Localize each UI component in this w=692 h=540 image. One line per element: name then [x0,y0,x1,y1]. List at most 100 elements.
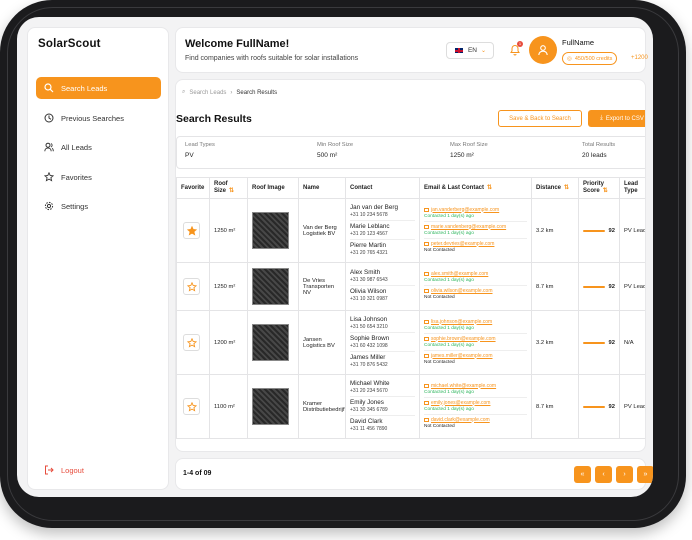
table-header-row: Favorite Roof Size ⇅ Roof Image Name Cont… [176,177,645,199]
favorite-toggle[interactable] [183,222,200,239]
sort-icon: ⇅ [602,188,608,194]
contact-entry: Pierre Martin +31 20 765 4321 [350,242,415,258]
email-link[interactable]: james.miller@example.com [424,353,527,359]
sidebar-item-label: All Leads [61,142,92,152]
favorite-toggle[interactable] [183,278,200,295]
contact-status: Not Contacted [424,359,455,365]
lead-type-cell: PV Lead [619,262,645,311]
sidebar-item-favorites[interactable]: Favorites [36,166,161,188]
contact-cell: Lisa Johnson +31 50 654 3210 Sophie Brown +… [345,310,420,375]
col-distance[interactable]: Distance ⇅ [531,177,579,199]
search-summary: Lead Types PV Min Roof Size 500 m² Max R… [176,136,645,169]
email-entry: emily.jones@example.com Contacted 1 day(s… [424,400,527,415]
email-link[interactable]: lisa.johnson@example.com [424,319,527,325]
breadcrumb-root[interactable]: Search Leads [189,90,226,96]
language-selector[interactable]: EN ⌄ [446,42,494,59]
company-name: Van der Berg Logistiek BV [298,198,346,263]
col-roof-image: Roof Image [247,177,299,199]
roof-image[interactable] [252,324,289,361]
email-entry: james.miller@example.com Not Contacted [424,353,527,367]
pagination-info: 1-4 of 09 [183,470,212,477]
logout-button[interactable]: Logout [44,465,84,475]
sidebar-item-all-leads[interactable]: All Leads [36,136,161,158]
sidebar-item-settings[interactable]: Settings [36,195,161,217]
export-csv-button[interactable]: ⤓ Export to CSV [588,110,645,127]
user-icon [538,45,548,56]
col-favorite: Favorite [176,177,210,199]
results-table: Favorite Roof Size ⇅ Roof Image Name Cont… [176,177,645,439]
first-page-button[interactable]: « [574,466,591,483]
email-link[interactable]: marie.vandenberg@example.com [424,224,527,230]
summary-min-roof: Min Roof Size 500 m² [317,142,354,159]
contact-phone: +31 20 123 4567 [350,230,388,237]
coins-icon: ◎ [567,55,572,62]
contact-phone: +31 11 456 7890 [350,425,388,432]
col-email[interactable]: Email & Last Contact ⇅ [419,177,532,199]
gear-icon [44,201,54,211]
logout-icon [45,465,54,475]
roof-image[interactable] [252,212,289,249]
company-name: Jansen Logistics BV [298,310,346,375]
email-link[interactable]: david.clark@example.com [424,417,527,423]
contact-phone: +31 30 987 6543 [350,277,388,283]
sidebar-item-previous-searches[interactable]: Previous Searches [36,107,161,129]
contact-name: Michael White [350,379,390,387]
priority-cell: 92 [578,262,620,311]
results-panel: ⌕ Search Leads › Search Results Search R… [175,79,646,452]
email-entry: sophie.brown@example.com Contacted 1 day(… [424,336,527,351]
email-cell: lisa.johnson@example.com Contacted 1 day(… [419,310,532,375]
search-icon: ⌕ [182,89,186,95]
favorite-cell [176,262,210,311]
app-screen: SolarScout Search Leads Previous Searche… [17,17,653,497]
favorite-toggle[interactable] [183,334,200,351]
prev-page-button[interactable]: ‹ [595,466,612,483]
col-priority[interactable]: Priority Score ⇅ [578,177,620,199]
contact-status: Contacted 1 day(s) ago [424,406,474,412]
table-row: 1250 m² De Vries Transporten NV Alex Smith… [176,262,645,311]
save-back-button[interactable]: Save & Back to Search [498,110,582,127]
table-row: 1100 m² Kramer Distributiebedrijf Michael … [176,374,645,439]
sidebar-item-label: Settings [61,201,89,211]
contact-phone: +31 20 234 5670 [350,387,388,394]
col-contact: Contact [345,177,420,199]
roof-image[interactable] [252,388,289,425]
mail-icon [424,417,429,422]
favorite-cell [176,198,210,263]
contact-entry: Lisa Johnson +31 50 654 3210 [350,316,415,333]
credits-badge: ◎ 450/500 credits [562,52,618,65]
email-entry: michael.white@example.com Contacted 1 day… [424,383,527,398]
email-entry: alex.smith@example.com Contacted 1 day(s)… [424,271,527,286]
mail-icon [424,319,429,324]
sidebar-item-label: Favorites [61,172,92,182]
email-link[interactable]: michael.white@example.com [424,383,527,389]
email-link[interactable]: olivia.wilson@example.com [424,288,527,294]
email-entry: david.clark@example.com Not Contacted [424,417,527,431]
summary-total: Total Results 20 leads [582,142,616,159]
contact-phone: +31 30 345 6789 [350,406,388,413]
contact-name: Alex Smith [350,269,381,276]
avatar[interactable] [529,36,557,64]
roof-image-cell [247,310,299,375]
priority-score: 92 [608,339,615,346]
email-link[interactable]: emily.jones@example.com [424,400,527,406]
buy-credits-link[interactable]: +1200 [631,55,648,61]
next-page-button[interactable]: › [616,466,633,483]
contact-name: Lisa Johnson [350,315,388,323]
email-link[interactable]: alex.smith@example.com [424,271,527,277]
sidebar-item-search-leads[interactable]: Search Leads [36,77,161,99]
contact-phone: +31 50 654 3210 [350,323,388,330]
contact-entry: Jan van der Berg +31 10 234 5678 [350,204,415,221]
contact-cell: Jan van der Berg +31 10 234 5678 Marie Leb… [345,198,420,263]
bell-icon[interactable] [509,44,521,56]
col-roof-size[interactable]: Roof Size ⇅ [209,177,248,199]
contact-status: Contacted 1 day(s) ago [424,213,474,219]
email-link[interactable]: peter.devries@example.com [424,241,527,247]
roof-size-cell: 1250 m² [209,198,248,263]
last-page-button[interactable]: » [637,466,653,483]
breadcrumb: ⌕ Search Leads › Search Results [182,89,277,96]
email-link[interactable]: jan.vanderberg@example.com [424,207,527,213]
favorite-toggle[interactable] [183,398,200,415]
roof-image[interactable] [252,268,289,305]
sidebar: SolarScout Search Leads Previous Searche… [27,27,169,490]
email-link[interactable]: sophie.brown@example.com [424,336,527,342]
